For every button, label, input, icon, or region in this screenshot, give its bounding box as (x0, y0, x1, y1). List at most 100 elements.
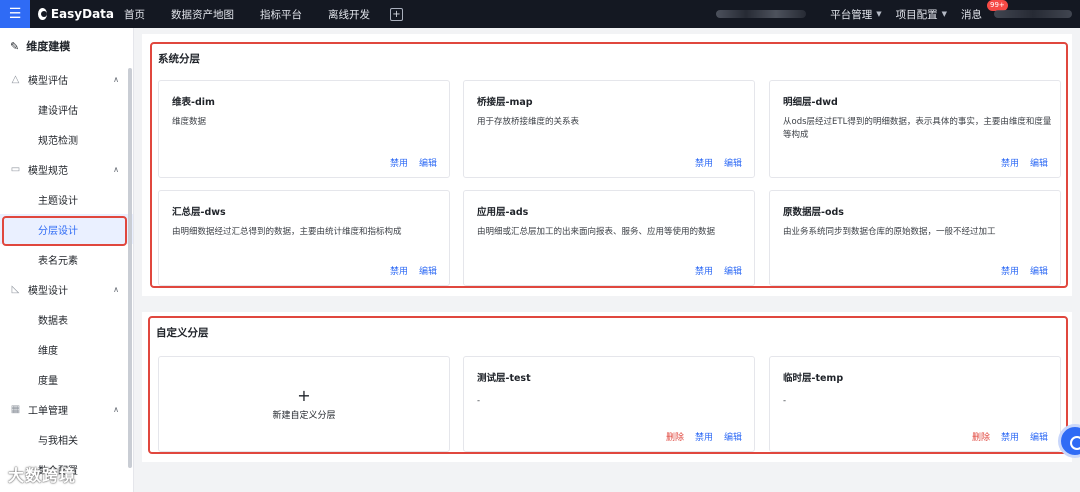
platform-manage-label: 平台管理 (830, 8, 873, 21)
blurred-info (716, 10, 807, 18)
sidebar-item-build-eval[interactable]: 建设评估 (0, 94, 133, 124)
disable-button[interactable]: 禁用 (390, 264, 408, 277)
top-navigation-bar: ☰ EasyData 首页 数据资产地图 指标平台 离线开发 + 平台管理 ▼ 项… (0, 0, 1080, 28)
edit-button[interactable]: 编辑 (1030, 156, 1048, 169)
new-custom-layer-button[interactable]: + 新建自定义分层 (158, 356, 450, 452)
app-logo[interactable]: EasyData (38, 7, 114, 21)
disable-button[interactable]: 禁用 (1001, 430, 1019, 443)
layer-card-dim[interactable]: 维表-dim 维度数据 禁用 编辑 (158, 80, 450, 178)
layer-card-ods[interactable]: 原数据层-ods 由业务系统同步到数据仓库的原始数据，一般不经过加工 禁用 编辑 (769, 190, 1061, 286)
book-icon: ▭ (10, 163, 21, 175)
card-title: 明细层-dwd (783, 97, 838, 108)
custom-layers-section: 自定义分层 + 新建自定义分层 测试层-test - 删除 禁用 编辑 临时层-te… (148, 316, 1068, 454)
nav-home[interactable]: 首页 (124, 7, 145, 22)
triangle-icon: △ (11, 73, 20, 85)
chevron-down-icon: ▼ (876, 10, 882, 18)
layer-card-dws[interactable]: 汇总层-dws 由明细数据经过汇总得到的数据，主要由统计维度和指标构成 禁用 编辑 (158, 190, 450, 286)
sidebar-item-topic-design[interactable]: 主题设计 (0, 184, 133, 214)
card-title: 测试层-test (477, 373, 531, 384)
group-label: 模型评估 (28, 75, 68, 87)
disable-button[interactable]: 禁用 (695, 156, 713, 169)
sidebar-item-layer-design[interactable]: 分层设计 (0, 214, 133, 246)
layer-card-dwd[interactable]: 明细层-dwd 从ods层经过ETL得到的明细数据，表示具体的事实，主要由维度和… (769, 80, 1061, 178)
hamburger-menu-icon[interactable]: ☰ (0, 0, 30, 28)
chevron-up-icon: ∧ (113, 164, 119, 174)
edit-button[interactable]: 编辑 (419, 156, 437, 169)
group-label: 模型规范 (28, 165, 68, 177)
card-title: 原数据层-ods (783, 207, 844, 218)
sidebar-item-measure[interactable]: 度量 (0, 364, 133, 394)
layer-card-test[interactable]: 测试层-test - 删除 禁用 编辑 (463, 356, 755, 452)
sidebar-group-model-design[interactable]: ◺ 模型设计 ∧ (0, 274, 133, 304)
chevron-up-icon: ∧ (113, 284, 119, 294)
sidebar-title-text: 维度建模 (26, 40, 71, 53)
nav-metric-platform[interactable]: 指标平台 (260, 7, 302, 22)
project-config-menu[interactable]: 项目配置 ▼ (896, 7, 947, 22)
nav-asset-map[interactable]: 数据资产地图 (171, 7, 234, 22)
grid-icon: ▦ (10, 403, 21, 415)
delete-button[interactable]: 删除 (972, 430, 990, 443)
edit-button[interactable]: 编辑 (724, 264, 742, 277)
card-title: 桥接层-map (477, 97, 533, 108)
sidebar: ✎ 维度建模 △ 模型评估 ∧ 建设评估 规范检测 ▭ 模型规范 ∧ 主题设计 … (0, 28, 134, 492)
card-description: 由明细数据经过汇总得到的数据，主要由统计维度和指标构成 (172, 227, 402, 237)
card-description: 由业务系统同步到数据仓库的原始数据，一般不经过加工 (783, 227, 996, 237)
sidebar-scrollbar[interactable] (128, 68, 132, 468)
sidebar-item-dimension[interactable]: 维度 (0, 334, 133, 364)
modeling-tool-icon: ✎ (10, 39, 20, 53)
layer-card-map[interactable]: 桥接层-map 用于存放桥接维度的关系表 禁用 编辑 (463, 80, 755, 178)
card-description: 从ods层经过ETL得到的明细数据，表示具体的事实，主要由维度和度量等构成 (783, 117, 1052, 140)
platform-manage-menu[interactable]: 平台管理 ▼ (830, 7, 881, 22)
card-title: 维表-dim (172, 97, 215, 108)
sidebar-item-spec-check[interactable]: 规范检测 (0, 124, 133, 154)
disable-button[interactable]: 禁用 (695, 430, 713, 443)
chevron-down-icon: ▼ (941, 10, 947, 18)
messages-button[interactable]: 消息 99+ (961, 0, 1008, 22)
plus-icon: + (297, 385, 311, 405)
messages-label: 消息 (961, 8, 982, 21)
edit-button[interactable]: 编辑 (724, 156, 742, 169)
card-description: - (783, 396, 787, 406)
nav-offline-dev[interactable]: 离线开发 (328, 7, 370, 22)
edit-button[interactable]: 编辑 (419, 264, 437, 277)
edit-button[interactable]: 编辑 (1030, 430, 1048, 443)
section-title: 自定义分层 (156, 327, 209, 339)
brand-watermark: 大数跨境 (8, 466, 77, 485)
add-tab-icon[interactable]: + (390, 7, 403, 21)
sidebar-group-model-eval[interactable]: △ 模型评估 ∧ (0, 64, 133, 94)
sidebar-group-model-spec[interactable]: ▭ 模型规范 ∧ (0, 154, 133, 184)
disable-button[interactable]: 禁用 (1001, 264, 1019, 277)
card-description: - (477, 396, 481, 406)
card-title: 临时层-temp (783, 373, 844, 384)
new-custom-layer-label: 新建自定义分层 (272, 410, 336, 421)
logo-icon (38, 8, 47, 20)
disable-button[interactable]: 禁用 (1001, 156, 1019, 169)
sidebar-group-ticket-manage[interactable]: ▦ 工单管理 ∧ (0, 394, 133, 424)
edit-button[interactable]: 编辑 (724, 430, 742, 443)
logo-text: EasyData (50, 7, 114, 21)
blurred-user[interactable] (994, 10, 1072, 18)
card-description: 用于存放桥接维度的关系表 (477, 117, 580, 127)
card-title: 应用层-ads (477, 207, 529, 218)
layer-card-temp[interactable]: 临时层-temp - 删除 禁用 编辑 (769, 356, 1061, 452)
delete-button[interactable]: 删除 (666, 430, 684, 443)
sidebar-item-data-table[interactable]: 数据表 (0, 304, 133, 334)
chevron-up-icon: ∧ (113, 404, 119, 414)
group-label: 模型设计 (28, 285, 68, 297)
chart-icon: ◺ (11, 283, 20, 295)
layer-card-ads[interactable]: 应用层-ads 由明细或汇总层加工的出来面向报表、服务、应用等使用的数据 禁用编… (463, 190, 755, 286)
card-title: 汇总层-dws (172, 207, 226, 218)
sidebar-item-related-to-me[interactable]: 与我相关 (0, 424, 133, 454)
card-description: 由明细或汇总层加工的出来面向报表、服务、应用等使用的数据 (477, 227, 716, 237)
project-config-label: 项目配置 (895, 8, 938, 21)
group-label: 工单管理 (28, 405, 68, 417)
message-count-badge: 99+ (987, 0, 1008, 11)
edit-button[interactable]: 编辑 (1030, 264, 1048, 277)
disable-button[interactable]: 禁用 (695, 264, 713, 277)
card-description: 维度数据 (172, 117, 207, 127)
sidebar-item-table-name-elements[interactable]: 表名元素 (0, 244, 133, 274)
disable-button[interactable]: 禁用 (390, 156, 408, 169)
chevron-up-icon: ∧ (113, 74, 119, 84)
sidebar-title: ✎ 维度建模 (0, 28, 133, 64)
system-layers-section: 系统分层 维表-dim 维度数据 禁用 编辑 桥接层-map 用于存放桥接维度的关… (150, 42, 1068, 288)
